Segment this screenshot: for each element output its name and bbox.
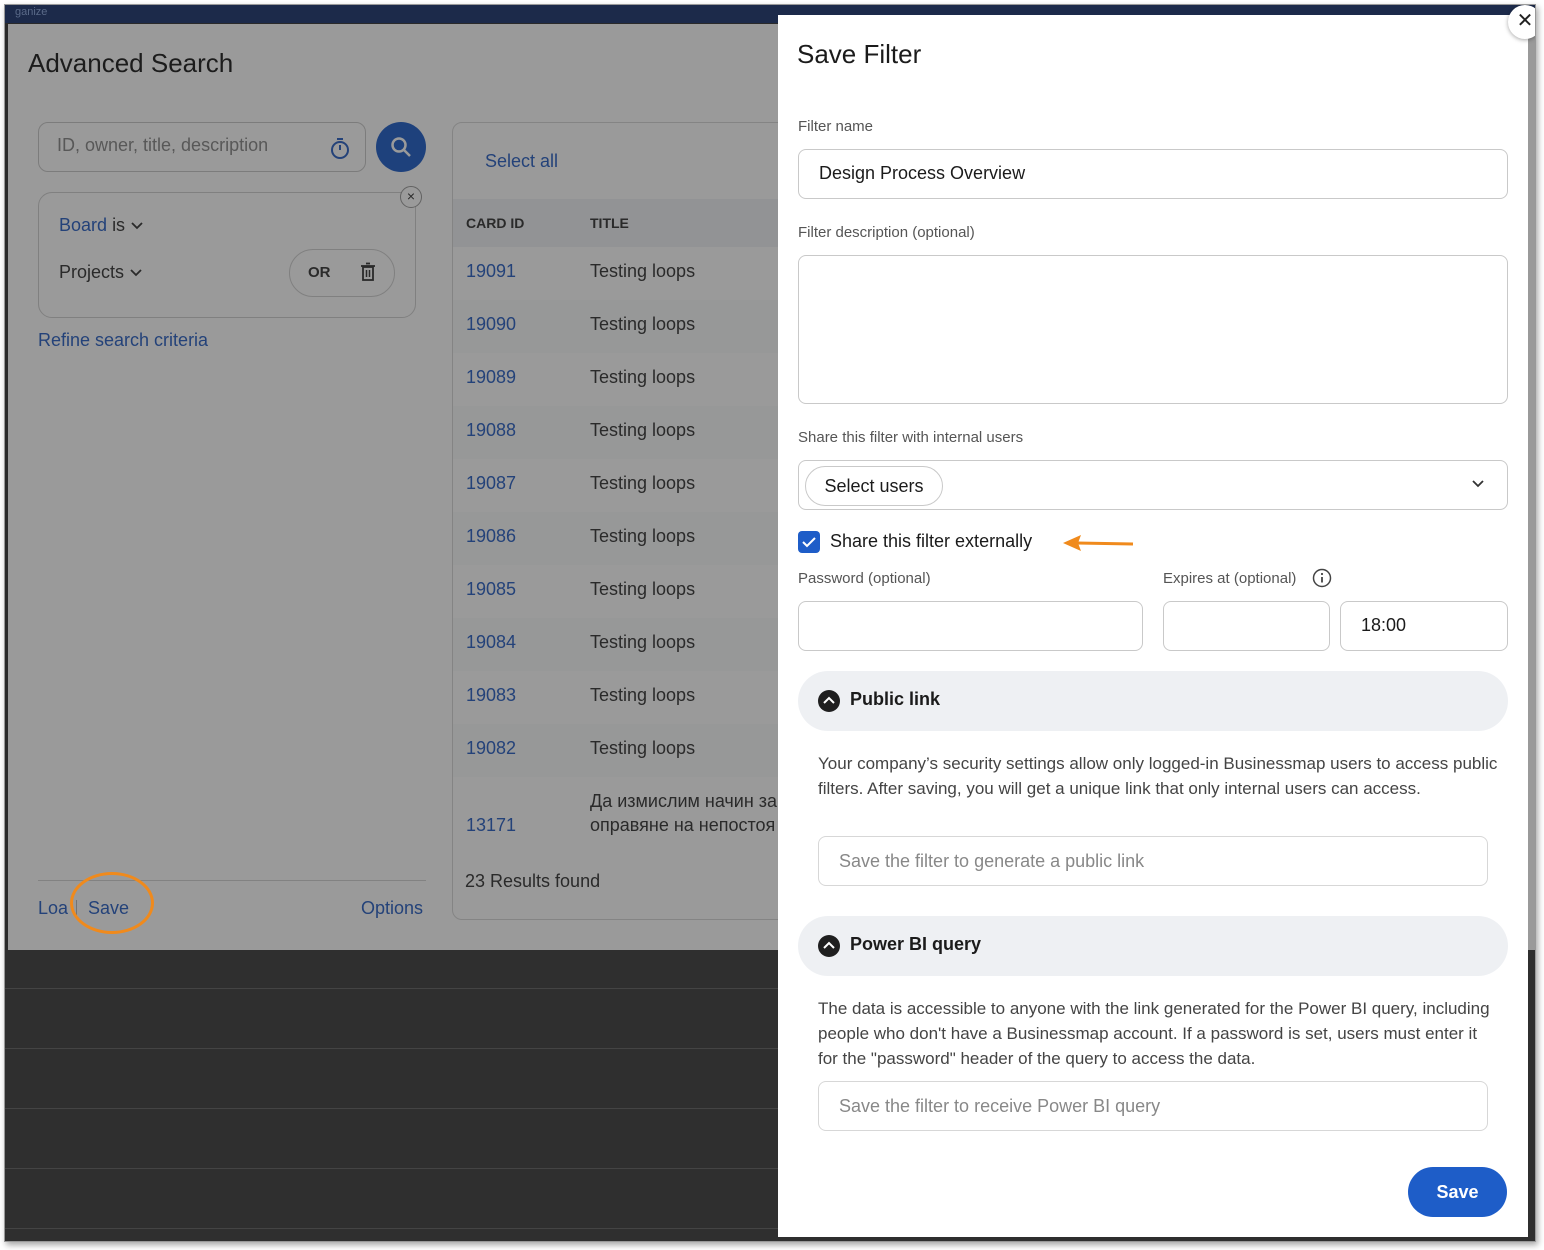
card-id-link[interactable]: 19090 — [466, 314, 516, 335]
card-id-link[interactable]: 19091 — [466, 261, 516, 282]
search-button[interactable] — [376, 122, 426, 172]
criteria-operator-label: is — [112, 215, 126, 235]
select-users-button[interactable]: Select users — [805, 466, 943, 506]
card-title: Testing loops — [590, 632, 696, 652]
expires-time-field[interactable] — [1340, 601, 1511, 651]
save-filter-title: Save Filter — [797, 39, 922, 69]
card-title-line: оправяне на непостоя — [590, 815, 776, 835]
card-title-line: Да измислим начин за — [590, 791, 778, 811]
password-field[interactable] — [798, 601, 1143, 651]
save-filter-panel: Save Filter ✕ Filter name Filter descrip… — [778, 5, 1535, 1237]
card-title: Testing loops — [590, 473, 696, 493]
criteria-field-label: Board — [59, 215, 108, 235]
column-header-title[interactable]: TITLE — [590, 215, 629, 231]
checkmark-icon — [802, 537, 816, 548]
card-title: Testing loops — [590, 526, 696, 546]
select-all-link[interactable]: Select all — [485, 151, 558, 172]
highlight-circle — [70, 872, 154, 934]
expires-label: Expires at (optional) — [1163, 570, 1297, 587]
chevron-down-icon — [130, 269, 142, 277]
card-title: Testing loops — [590, 579, 696, 599]
search-field[interactable] — [38, 122, 366, 172]
criteria-field-dropdown[interactable]: Board is — [59, 215, 144, 236]
criteria-actions: OR — [289, 249, 395, 297]
card-title: Testing loops — [590, 261, 696, 281]
filter-description-field[interactable] — [798, 255, 1508, 404]
expires-date-field[interactable] — [1163, 601, 1333, 651]
power-bi-description: The data is accessible to anyone with th… — [818, 999, 1490, 1068]
chevron-down-icon — [131, 222, 143, 230]
card-id-link[interactable]: 19083 — [466, 685, 516, 706]
results-count: 23 Results found — [465, 871, 601, 891]
options-link[interactable]: Options — [361, 898, 423, 919]
card-id-link[interactable]: 19087 — [466, 473, 516, 494]
password-input[interactable] — [819, 615, 1128, 636]
search-criteria-group: Board is Projects OR — [38, 192, 416, 318]
power-bi-title: Power BI query — [850, 934, 982, 954]
refine-search-link[interactable]: Refine search criteria — [38, 330, 208, 351]
card-title: Testing loops — [590, 738, 696, 758]
trash-icon[interactable] — [360, 262, 376, 282]
power-bi-field[interactable]: Save the filter to receive Power BI quer… — [818, 1081, 1488, 1131]
card-id-link[interactable]: 19089 — [466, 367, 516, 388]
criteria-value-dropdown[interactable]: Projects — [59, 262, 143, 283]
card-id-link[interactable]: 19084 — [466, 632, 516, 653]
timer-icon[interactable] — [329, 136, 351, 160]
advanced-search-title: Advanced Search — [28, 48, 234, 78]
power-bi-placeholder: Save the filter to receive Power BI quer… — [839, 1096, 1161, 1116]
password-label: Password (optional) — [798, 570, 931, 587]
filter-description-label: Filter description (optional) — [798, 224, 975, 241]
criteria-value-label: Projects — [59, 262, 125, 282]
card-title: Testing loops — [590, 314, 696, 334]
filter-name-input[interactable] — [819, 163, 1457, 184]
load-link[interactable]: Loa — [38, 898, 68, 919]
chevron-up-icon — [818, 935, 840, 957]
chevron-down-icon — [1472, 480, 1484, 488]
search-icon — [391, 137, 411, 157]
card-title: Да измислим начин за оправяне на непостоя — [590, 789, 777, 837]
top-bar-text: ganize — [15, 6, 48, 18]
card-id-link[interactable]: 19082 — [466, 738, 516, 759]
filter-name-field[interactable] — [798, 149, 1508, 199]
app-window: ganize Advanced Search Board is — [4, 4, 1536, 1242]
card-id-link[interactable]: 19085 — [466, 579, 516, 600]
card-id-link[interactable]: 13171 — [466, 815, 516, 836]
public-link-section-header[interactable]: Public link — [798, 671, 1508, 731]
remove-criteria-button[interactable]: × — [400, 186, 422, 208]
card-title: Testing loops — [590, 685, 696, 705]
select-users-dropdown[interactable]: Select users — [798, 460, 1508, 510]
filter-name-label: Filter name — [798, 118, 874, 135]
column-header-card-id[interactable]: CARD ID — [466, 215, 524, 231]
save-button[interactable]: Save — [1408, 1167, 1507, 1217]
arrow-annotation-icon — [1063, 535, 1134, 551]
close-button[interactable]: ✕ — [1508, 5, 1535, 39]
chevron-up-icon — [818, 690, 840, 712]
public-link-title: Public link — [850, 689, 941, 709]
expires-time-input[interactable] — [1361, 615, 1511, 636]
card-title: Testing loops — [590, 367, 696, 387]
info-icon[interactable] — [1312, 568, 1332, 588]
public-link-placeholder: Save the filter to generate a public lin… — [839, 851, 1145, 871]
power-bi-section-header[interactable]: Power BI query — [798, 916, 1508, 976]
public-link-field[interactable]: Save the filter to generate a public lin… — [818, 836, 1488, 886]
share-external-checkbox[interactable] — [798, 531, 820, 553]
public-link-description: Your company’s security settings allow o… — [818, 754, 1498, 798]
share-internal-label: Share this filter with internal users — [798, 429, 1024, 446]
expires-date-input[interactable] — [1184, 615, 1333, 636]
card-id-link[interactable]: 19086 — [466, 526, 516, 547]
search-input[interactable] — [57, 135, 307, 156]
filter-description-input[interactable] — [799, 256, 1507, 403]
or-button[interactable]: OR — [308, 264, 331, 281]
share-external-label[interactable]: Share this filter externally — [830, 531, 1032, 552]
card-title: Testing loops — [590, 420, 696, 440]
card-id-link[interactable]: 19088 — [466, 420, 516, 441]
